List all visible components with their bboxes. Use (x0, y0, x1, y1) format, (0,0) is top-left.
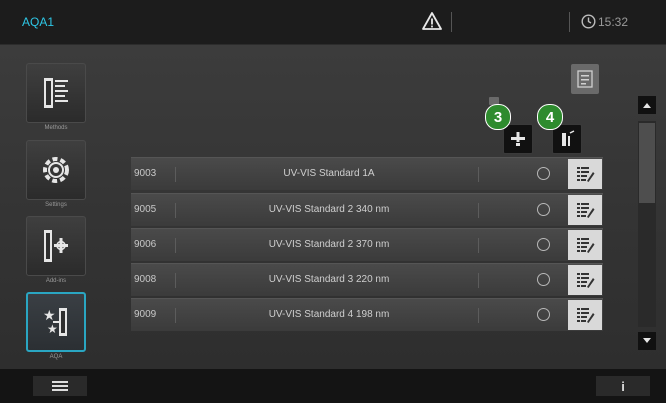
cuvette-icon (562, 130, 575, 146)
table-row[interactable]: 9006 UV-VIS Standard 2 370 nm (131, 228, 603, 261)
report-button[interactable] (571, 64, 599, 94)
nav-item-settings[interactable]: Settings (26, 140, 90, 208)
separator (451, 12, 452, 32)
scroll-down-button[interactable] (638, 332, 656, 350)
row-number: 9006 (134, 239, 157, 250)
edit-button[interactable] (568, 265, 602, 295)
svg-text:★: ★ (47, 322, 58, 336)
column-divider (175, 203, 176, 218)
row-number: 9009 (134, 309, 157, 320)
row-radio[interactable] (537, 308, 550, 321)
document-icon (577, 70, 593, 88)
row-name: UV-VIS Standard 2 370 nm (268, 239, 390, 250)
hamburger-menu-icon (52, 381, 68, 391)
edit-button[interactable] (568, 159, 602, 189)
row-number: 9005 (134, 204, 157, 215)
tool-button-3[interactable] (503, 124, 533, 154)
row-name: UV-VIS Standard 1A (283, 168, 375, 179)
column-divider (478, 167, 479, 182)
add-ins-icon (44, 230, 68, 262)
lamp-icon (511, 132, 525, 146)
nav-tile[interactable] (26, 216, 86, 276)
column-divider (175, 308, 176, 323)
chevron-up-icon (643, 103, 651, 108)
chevron-down-icon (643, 338, 651, 343)
bottom-bar: i (0, 369, 666, 403)
nav-tile[interactable] (26, 63, 86, 123)
column-divider (478, 238, 479, 253)
row-radio[interactable] (537, 203, 550, 216)
nav-item-add-ins[interactable]: Add-ins (26, 216, 90, 284)
column-divider (175, 167, 176, 182)
row-radio[interactable] (537, 273, 550, 286)
row-number: 9003 (134, 168, 157, 179)
nav-label: Methods (44, 125, 68, 131)
edit-document-icon (577, 238, 595, 253)
top-bar: AQA1 15:32 (0, 0, 666, 45)
callout-badge-3: 3 (485, 104, 511, 130)
nav-label: AQA (49, 354, 63, 360)
edit-document-icon (577, 167, 595, 182)
nav-tile[interactable] (26, 140, 86, 200)
table-row[interactable]: 9008 UV-VIS Standard 3 220 nm (131, 263, 603, 296)
row-name: UV-VIS Standard 3 220 nm (268, 274, 390, 285)
nav-label: Settings (45, 202, 67, 208)
column-divider (478, 203, 479, 218)
table-row[interactable]: 9009 UV-VIS Standard 4 198 nm (131, 298, 603, 331)
callout-badge-4: 4 (537, 104, 563, 130)
scrollbar-thumb[interactable] (639, 123, 655, 203)
row-name: UV-VIS Standard 4 198 nm (268, 309, 390, 320)
edit-button[interactable] (568, 195, 602, 225)
nav-label: Add-ins (45, 278, 67, 284)
menu-button[interactable] (33, 376, 87, 396)
table-row[interactable]: 9003 UV-VIS Standard 1A (131, 157, 603, 190)
nav-item-methods[interactable]: Methods (26, 63, 90, 131)
nav-tile-active[interactable]: ★ ★ (26, 292, 86, 352)
edit-document-icon (577, 203, 595, 218)
nav-item-aqa[interactable]: ★ ★ AQA (26, 292, 90, 360)
scroll-up-button[interactable] (638, 96, 656, 114)
row-radio[interactable] (537, 167, 550, 180)
info-button[interactable]: i (596, 376, 650, 396)
settings-gear-icon (43, 157, 69, 183)
row-radio[interactable] (537, 238, 550, 251)
separator (569, 12, 570, 32)
column-divider (175, 238, 176, 253)
row-name: UV-VIS Standard 2 340 nm (268, 204, 390, 215)
column-divider (175, 273, 176, 288)
table-row[interactable]: 9005 UV-VIS Standard 2 340 nm (131, 193, 603, 226)
clock-time: 15:32 (598, 15, 629, 29)
edit-button[interactable] (568, 230, 602, 260)
edit-document-icon (577, 308, 595, 323)
app-title: AQA1 (22, 15, 55, 29)
warning-icon[interactable] (422, 11, 442, 31)
methods-icon (44, 78, 68, 108)
aqa-icon: ★ ★ (43, 308, 67, 336)
row-number: 9008 (134, 274, 157, 285)
clock-icon (581, 14, 596, 29)
column-divider (478, 273, 479, 288)
column-divider (478, 308, 479, 323)
edit-document-icon (577, 273, 595, 288)
edit-button[interactable] (568, 300, 602, 330)
